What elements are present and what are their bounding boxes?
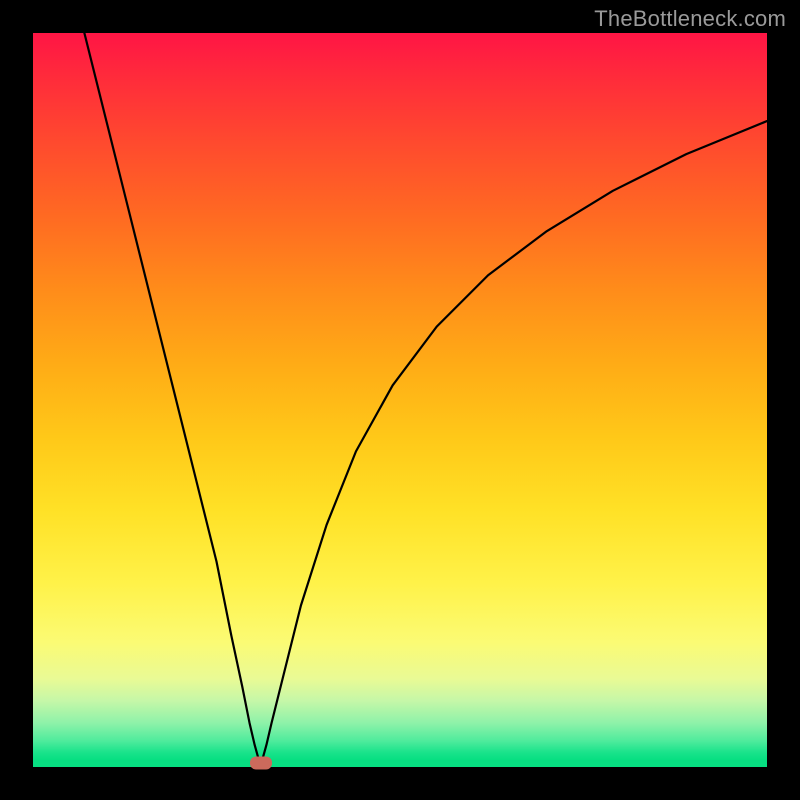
- watermark-text: TheBottleneck.com: [594, 6, 786, 32]
- optimal-point-marker: [250, 757, 272, 770]
- bottleneck-curve: [33, 33, 767, 767]
- plot-area: [33, 33, 767, 767]
